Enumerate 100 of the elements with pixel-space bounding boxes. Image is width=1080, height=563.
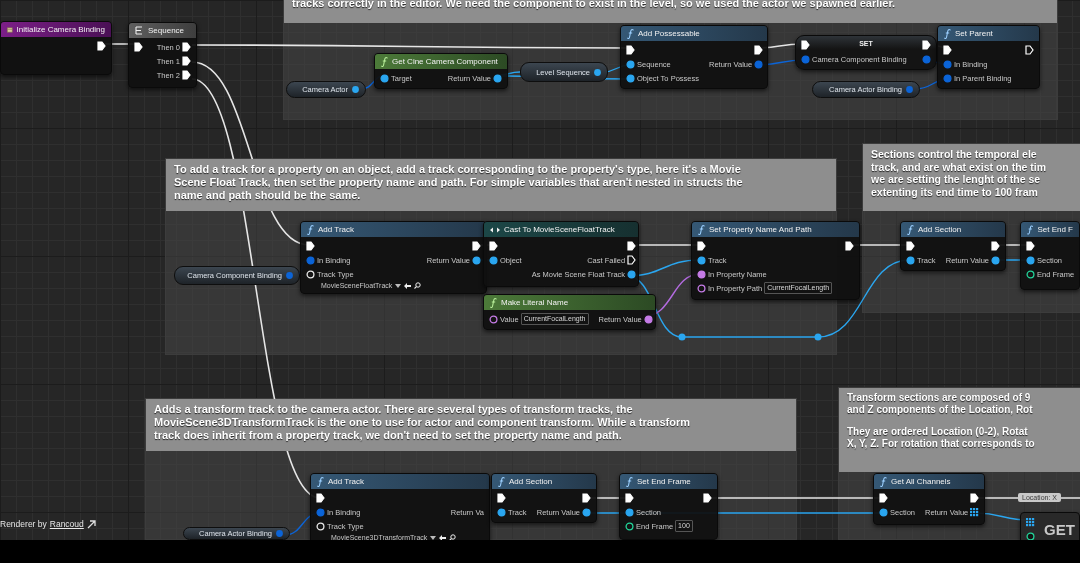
node-title: Set End F <box>1037 225 1073 234</box>
function-icon <box>307 224 314 235</box>
pin-icon[interactable] <box>991 255 1000 265</box>
node-title: Get Cine Camera Component <box>392 57 498 66</box>
pin-icon[interactable] <box>472 255 481 265</box>
function-icon <box>698 224 705 235</box>
graph-node[interactable]: Initialize Camera Binding <box>0 21 112 75</box>
pin-icon[interactable] <box>906 255 915 265</box>
exec-pin-icon[interactable] <box>134 42 143 52</box>
graph-node[interactable]: GET <box>1020 512 1080 540</box>
exec-pin-icon[interactable] <box>1026 241 1035 251</box>
node-title: Add Possessable <box>638 29 700 38</box>
comment-text: tracks correctly in the editor. We need the component to exist in the level, so we used the actor we spawned earlier. <box>292 0 897 11</box>
node-title: GET <box>1044 520 1075 538</box>
function-icon <box>498 476 505 487</box>
node-title: Set Property Name And Path <box>709 225 812 234</box>
search-icon[interactable] <box>449 534 457 540</box>
exec-pin-icon[interactable] <box>943 45 952 55</box>
exec-pin-icon[interactable] <box>182 56 191 66</box>
pin-icon[interactable] <box>626 59 635 69</box>
exec-pin-icon[interactable] <box>497 493 506 503</box>
pin-icon[interactable] <box>380 73 389 83</box>
exec-pin-icon[interactable] <box>754 45 764 55</box>
author-link[interactable]: Rancoud <box>49 519 84 529</box>
sequence-icon <box>135 26 144 35</box>
function-icon <box>381 56 388 67</box>
exec-pin-icon[interactable] <box>472 241 481 251</box>
exec-pin-icon[interactable] <box>845 241 854 251</box>
exec-pin-icon[interactable] <box>306 241 315 251</box>
node-title: Add Track <box>318 225 354 234</box>
arrow-icon[interactable] <box>404 282 412 289</box>
exec-pin-icon[interactable] <box>922 40 931 50</box>
pin-icon[interactable] <box>627 269 637 279</box>
pin-icon[interactable] <box>625 521 634 531</box>
pin-icon[interactable] <box>493 73 502 83</box>
comment-text: To add a track for a property on an object, add a track corresponding to the property's type, here it's a Movie Scene Float Track, then set the property name and path. For simple variables that aren't nested in structs the name and path should be the same. <box>174 163 744 203</box>
exec-pin-icon[interactable] <box>582 493 591 503</box>
exec-pin-icon[interactable] <box>626 45 635 55</box>
exec-pin-icon[interactable] <box>906 241 915 251</box>
pin-icon[interactable] <box>625 507 634 517</box>
function-icon <box>944 28 951 39</box>
comment-text: Transform sections are composed of 9 and Z components of the Location, Rot <box>847 392 1034 416</box>
node-title: Make Literal Name <box>501 298 569 307</box>
cast-icon <box>490 226 500 233</box>
exec-pin-icon[interactable] <box>801 40 810 50</box>
node-title: Get All Channels <box>891 477 951 486</box>
comment-text: They are ordered Location (0-2), Rotat X, Y, Z. For rotation that corresponds to <box>847 426 1036 450</box>
pin-icon[interactable] <box>497 507 506 517</box>
pin-icon[interactable] <box>1026 531 1035 540</box>
node-title: Add Track <box>328 477 364 486</box>
exec-pin-icon[interactable] <box>970 493 980 503</box>
external-link-icon[interactable] <box>86 519 96 529</box>
pin-icon[interactable] <box>582 507 591 517</box>
caret-icon <box>430 535 437 540</box>
exec-pin-icon[interactable] <box>991 241 1000 251</box>
reroute-node[interactable] <box>678 333 686 341</box>
exec-pin-icon[interactable] <box>627 241 637 251</box>
search-icon[interactable] <box>414 282 422 289</box>
pin-icon[interactable] <box>1026 269 1035 279</box>
pin-icon[interactable] <box>1026 255 1035 265</box>
exec-pin-icon[interactable] <box>879 493 888 503</box>
event-icon <box>7 25 13 34</box>
pin-icon[interactable] <box>697 269 706 279</box>
function-icon <box>1027 224 1034 235</box>
exec-pin-icon[interactable] <box>489 241 498 251</box>
exec-pin-icon[interactable] <box>625 493 634 503</box>
exec-pin-icon[interactable] <box>316 493 325 503</box>
pin-icon[interactable] <box>697 255 706 265</box>
arrow-icon[interactable] <box>439 534 447 540</box>
exec-pin-icon[interactable] <box>182 70 191 80</box>
exec-pin-icon[interactable] <box>627 255 637 265</box>
exec-pin-icon[interactable] <box>697 241 706 251</box>
node-title: Set End Frame <box>637 477 691 486</box>
pin-icon[interactable] <box>879 507 888 517</box>
credit-text: Renderer by <box>0 519 47 529</box>
array-pin-icon[interactable] <box>970 507 980 517</box>
exec-pin-icon[interactable] <box>703 493 712 503</box>
function-icon <box>317 476 324 487</box>
comment-text: Sections control the temporal ele track, and are what exist on the tim we are setting the lenght of the se extenting its end time to 100 fram <box>871 148 1048 199</box>
exec-pin-icon[interactable] <box>1025 45 1034 55</box>
node-title: Add Section <box>509 477 553 486</box>
node-title: Add Section <box>918 225 962 234</box>
pin-icon[interactable] <box>626 73 635 83</box>
caret-icon <box>395 283 402 288</box>
pin-icon[interactable] <box>489 255 498 265</box>
pin-icon[interactable] <box>643 314 653 324</box>
node-title: Initialize Camera Binding <box>16 25 105 34</box>
array-pin-icon[interactable] <box>1026 517 1035 527</box>
reroute-node[interactable] <box>814 333 822 341</box>
function-icon <box>880 476 887 487</box>
pin-icon[interactable] <box>697 283 706 293</box>
comment-text: Adds a transform track to the camera actor. There are several types of transform tracks, the MovieScene3DTransformTrack is the one to use for actor and component transform. While a transform track does inherit from a property track, we don't need to set the property name and path. <box>154 403 692 443</box>
function-icon <box>490 297 497 308</box>
node-title: Cast To MovieSceneFloatTrack <box>504 225 615 234</box>
function-icon <box>627 28 634 39</box>
pin-icon[interactable] <box>489 314 498 324</box>
function-icon <box>626 476 633 487</box>
exec-pin-icon[interactable] <box>97 41 106 51</box>
node-title: Sequence <box>148 26 185 35</box>
exec-pin-icon[interactable] <box>182 42 191 52</box>
